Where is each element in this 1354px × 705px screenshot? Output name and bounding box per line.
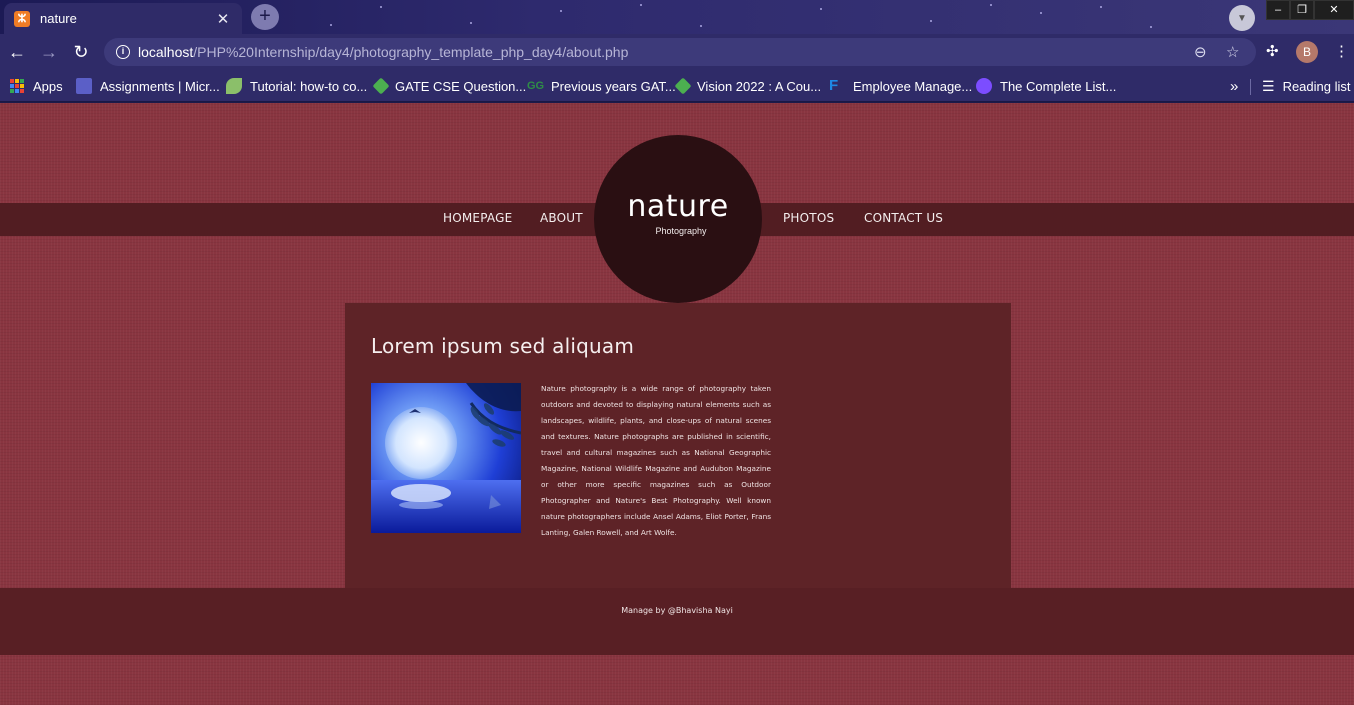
content-section: Lorem ipsum sed aliquam Nature photograp… <box>345 303 1011 590</box>
content-title: Lorem ipsum sed aliquam <box>371 334 634 358</box>
nav-photos[interactable]: PHOTOS <box>783 211 834 225</box>
bookmark-label: Tutorial: how-to co... <box>250 78 368 94</box>
logo-title: nature <box>627 189 729 224</box>
bookmark-label: GATE CSE Question... <box>395 78 527 94</box>
reload-button[interactable]: ↻ <box>70 41 92 63</box>
new-tab-button[interactable]: + <box>251 4 279 30</box>
bookmark-assignments[interactable]: Assignments | Micr... <box>76 76 220 96</box>
bookmark-tutorial[interactable]: Tutorial: how-to co... <box>226 76 367 96</box>
logo-subtitle: Photography <box>655 226 707 236</box>
bookmark-label: Employee Manage... <box>853 78 973 94</box>
tab-title: nature <box>40 11 77 26</box>
reading-list-button[interactable]: ☰ Reading list <box>1262 76 1351 96</box>
menu-kebab-icon[interactable]: ⋮ <box>1334 42 1349 60</box>
tab-strip: ⵣ nature ✕ + ▼ – ❐ ✕ <box>0 0 1354 34</box>
nav-homepage[interactable]: HOMEPAGE <box>443 211 512 225</box>
bookmark-label: Apps <box>33 78 63 94</box>
bookmark-gate-cse[interactable]: GATE CSE Question... <box>372 76 527 96</box>
teams-icon <box>76 78 92 94</box>
footer-credit: Manage by @Bhavisha Nayi <box>621 606 733 615</box>
nav-contact-us[interactable]: CONTACT US <box>864 211 943 225</box>
bookmark-employee-manage[interactable]: F Employee Manage... <box>829 76 972 96</box>
reading-list-label: Reading list <box>1282 78 1351 94</box>
rocket-icon <box>674 77 692 95</box>
browser-tab[interactable]: ⵣ nature ✕ <box>4 3 242 34</box>
close-tab-icon[interactable]: ✕ <box>214 10 232 28</box>
bird-icon <box>226 78 242 94</box>
info-icon[interactable]: i <box>116 45 130 59</box>
xampp-icon: ⵣ <box>14 10 30 27</box>
bookmarks-bar: Apps Assignments | Micr... Tutorial: how… <box>0 70 1354 102</box>
extensions-icon[interactable]: ✣ <box>1266 42 1279 60</box>
site-footer: Manage by @Bhavisha Nayi <box>0 588 1354 655</box>
bookmark-label: Assignments | Micr... <box>100 78 220 94</box>
bookmark-label: The Complete List... <box>1000 78 1117 94</box>
back-button[interactable]: ← <box>6 41 28 63</box>
close-window-button[interactable]: ✕ <box>1314 0 1354 20</box>
bookmark-previous-years[interactable]: GG Previous years GAT... <box>527 76 676 96</box>
bookmark-label: Vision 2022 : A Cou... <box>697 78 822 94</box>
page-body: HOMEPAGE ABOUT PHOTOS CONTACT US nature … <box>0 103 1354 705</box>
apps-grid-icon <box>10 79 24 93</box>
restore-button[interactable]: ❐ <box>1290 0 1314 20</box>
tab-search-button[interactable]: ▼ <box>1229 5 1255 31</box>
browser-toolbar: ← → ↻ i localhost/PHP%20Internship/day4/… <box>0 34 1354 70</box>
url-path: /PHP%20Internship/day4/photography_templ… <box>193 44 629 60</box>
nav-about[interactable]: ABOUT <box>540 211 583 225</box>
divider <box>1250 79 1251 95</box>
bookmarks-overflow-button[interactable]: » <box>1230 76 1238 96</box>
reading-list-icon: ☰ <box>1262 77 1275 94</box>
pointer-icon <box>976 78 992 94</box>
bookmark-vision-2022[interactable]: Vision 2022 : A Cou... <box>674 76 822 96</box>
forward-button[interactable]: → <box>38 41 60 63</box>
content-body: Nature photography is a wide range of ph… <box>541 384 771 537</box>
nature-photo <box>371 383 521 533</box>
url-host: localhost <box>138 44 194 60</box>
site-logo[interactable]: nature Photography <box>594 135 762 303</box>
gfg-icon: GG <box>527 80 545 92</box>
minimize-button[interactable]: – <box>1266 0 1290 20</box>
bookmark-apps[interactable]: Apps <box>10 76 63 96</box>
zoom-icon[interactable]: ⊖ <box>1194 43 1207 61</box>
rocket-icon <box>372 77 390 95</box>
f-icon: F <box>829 77 839 94</box>
address-bar[interactable]: i localhost/PHP%20Internship/day4/photog… <box>104 38 1256 66</box>
bookmark-star-icon[interactable]: ☆ <box>1226 43 1239 61</box>
profile-avatar[interactable]: B <box>1296 41 1318 63</box>
bookmark-complete-list[interactable]: The Complete List... <box>976 76 1116 96</box>
bookmark-label: Previous years GAT... <box>551 78 676 94</box>
chevron-down-icon: ▼ <box>1237 12 1247 24</box>
